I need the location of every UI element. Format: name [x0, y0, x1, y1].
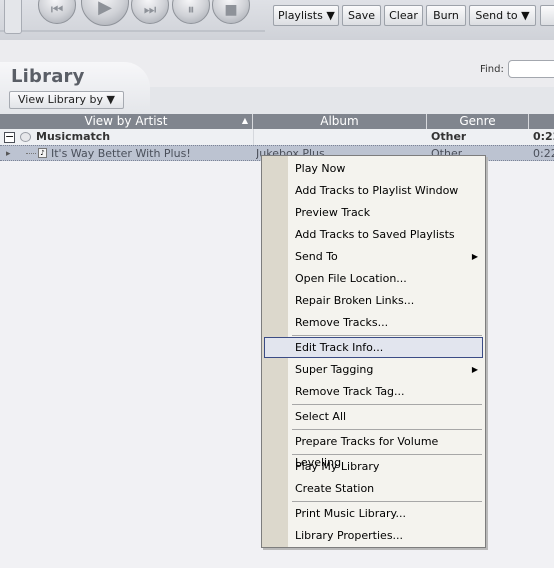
menu-item-remove-track-tag[interactable]: Remove Track Tag... [264, 381, 483, 402]
menu-item-send-to[interactable]: Send To ▶ [264, 246, 483, 267]
menu-item-edit-track-info[interactable]: Edit Track Info... [264, 337, 483, 358]
menu-item-play-my-library[interactable]: Play My Library [264, 456, 483, 477]
menu-item-remove-tracks[interactable]: Remove Tracks... [264, 312, 483, 333]
player-toolbar: ⏮ ▶ ⏭ ⏸ ■ Playlists ▼ Save Clear Burn Se… [0, 0, 554, 40]
menu-item-library-properties[interactable]: Library Properties... [264, 525, 483, 546]
menu-item-print-music-library[interactable]: Print Music Library... [264, 503, 483, 524]
menu-item-super-tagging[interactable]: Super Tagging ▶ [264, 359, 483, 380]
find-input[interactable] [508, 60, 554, 78]
column-header-time[interactable] [529, 114, 554, 129]
column-header-genre[interactable]: Genre [427, 114, 529, 129]
clear-button[interactable]: Clear [384, 5, 423, 26]
track-title: It's Way Better With Plus! [51, 147, 191, 160]
menu-item-select-all[interactable]: Select All [264, 406, 483, 427]
library-header: Library View Library by ▼ Find: [0, 52, 554, 114]
save-button[interactable]: Save [342, 5, 381, 26]
column-header-artist[interactable]: View by Artist ▲ [0, 114, 253, 129]
collapse-icon[interactable]: − [4, 132, 15, 143]
menu-item-prepare-tracks-for-volume-leveling[interactable]: Prepare Tracks for Volume Leveling [264, 431, 483, 469]
find-label: Find: [480, 64, 504, 75]
artist-name: Musicmatch [36, 130, 111, 143]
menu-item-add-tracks-to-saved-playlists[interactable]: Add Tracks to Saved Playlists [264, 224, 483, 245]
menu-item-create-station[interactable]: Create Station [264, 478, 483, 499]
next-icon: ⏭ [143, 2, 157, 18]
menu-separator [292, 429, 482, 430]
submenu-arrow-icon: ▶ [471, 252, 478, 261]
menu-item-repair-broken-links[interactable]: Repair Broken Links... [264, 290, 483, 311]
play-button[interactable]: ▶ [81, 0, 129, 26]
library-title: Library [11, 66, 85, 87]
menu-item-open-file-location[interactable]: Open File Location... [264, 268, 483, 289]
sort-ascending-icon: ▲ [241, 116, 248, 125]
artist-genre: Other [431, 130, 467, 143]
toolbar-overflow-button[interactable] [540, 5, 554, 26]
track-time: 0:22 [533, 147, 554, 160]
artist-album [253, 129, 428, 145]
music-file-icon: ♪ [38, 148, 47, 158]
view-library-by-button[interactable]: View Library by ▼ [9, 91, 125, 109]
column-header-artist-label: View by Artist [84, 114, 168, 128]
context-menu[interactable]: Play Now Add Tracks to Playlist Window P… [261, 155, 486, 548]
playlists-button[interactable]: Playlists ▼ [273, 5, 339, 26]
track-expand-icon[interactable]: ▸ [6, 146, 11, 162]
pause-icon: ⏸ [187, 2, 195, 18]
menu-item-play-now[interactable]: Play Now [264, 158, 483, 179]
menu-item-add-tracks-to-playlist-window[interactable]: Add Tracks to Playlist Window [264, 180, 483, 201]
next-button[interactable]: ⏭ [131, 0, 169, 24]
send-to-button[interactable]: Send to ▼ [469, 5, 536, 26]
stop-icon: ■ [224, 2, 238, 18]
artist-group-row[interactable]: − Musicmatch Other 0:22 [0, 129, 554, 145]
column-header-album[interactable]: Album [253, 114, 427, 129]
column-header-row: View by Artist ▲ Album Genre [0, 114, 554, 129]
artist-time: 0:22 [533, 130, 554, 143]
submenu-arrow-icon: ▶ [471, 365, 478, 374]
burn-button[interactable]: Burn [426, 5, 466, 26]
previous-button[interactable]: ⏮ [38, 0, 76, 24]
menu-separator [292, 404, 482, 405]
volume-slot[interactable] [4, 0, 22, 34]
menu-separator [292, 501, 482, 502]
library-header-band [150, 87, 554, 114]
artist-icon [20, 132, 31, 142]
pause-button[interactable]: ⏸ [172, 0, 210, 24]
toolbar-divider [0, 30, 265, 32]
stop-button[interactable]: ■ [212, 0, 250, 24]
menu-separator [292, 454, 482, 455]
previous-icon: ⏮ [50, 2, 64, 18]
tree-connector [26, 153, 36, 155]
play-icon: ▶ [98, 0, 112, 18]
menu-item-preview-track[interactable]: Preview Track [264, 202, 483, 223]
menu-separator [292, 335, 482, 336]
